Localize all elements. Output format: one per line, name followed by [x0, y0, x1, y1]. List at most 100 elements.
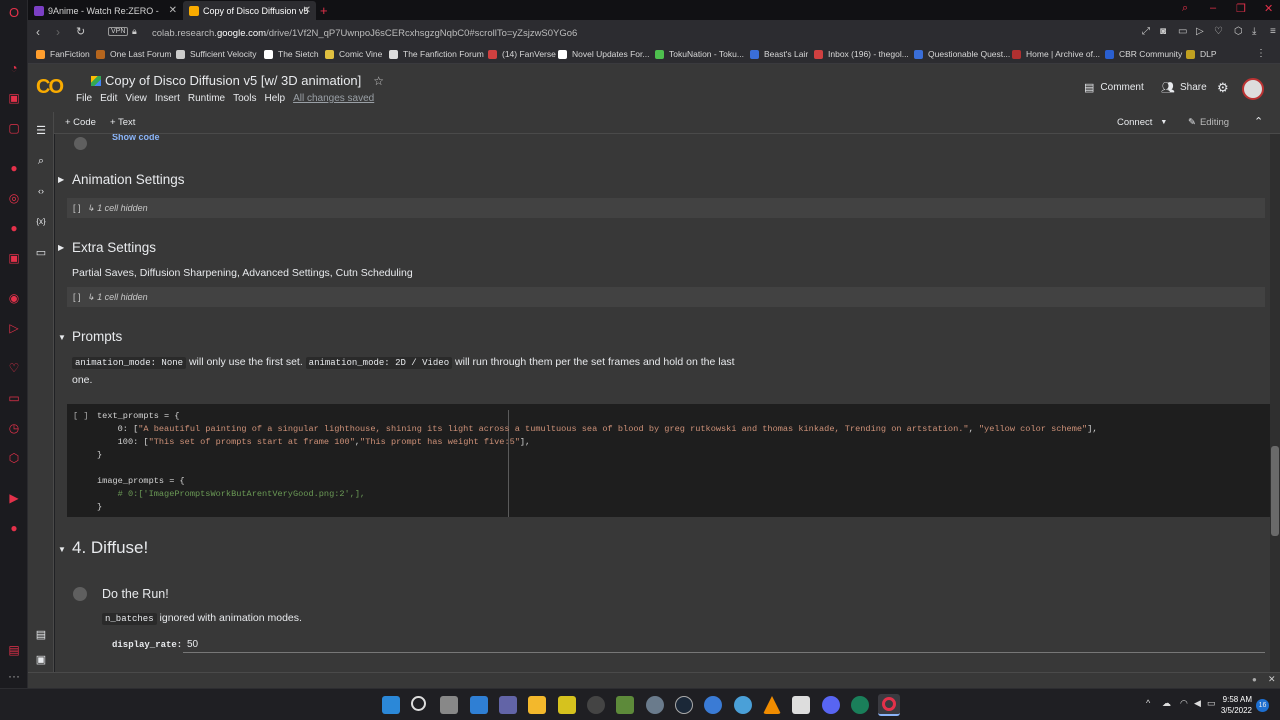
save-status[interactable]: All changes saved [293, 93, 374, 104]
shopping-bag-icon[interactable]: ▣ [6, 90, 22, 106]
start-icon[interactable] [382, 696, 400, 714]
display-rate-input[interactable]: 50 [187, 639, 198, 650]
caret-down-icon[interactable]: ▼ [58, 545, 66, 554]
hidden-cell-row[interactable]: [ ] ↳ 1 cell hidden [67, 287, 1265, 307]
code-cell-prompts[interactable]: [ ] text_prompts = { 0: ["A beautiful pa… [67, 404, 1270, 517]
notebook-title[interactable]: Copy of Disco Diffusion v5 [w/ 3D animat… [91, 73, 384, 88]
twitch-icon[interactable]: ▢ [6, 120, 22, 136]
extension-icon[interactable]: ● [6, 520, 22, 536]
settings-icon[interactable] [646, 696, 664, 714]
menu-tools[interactable]: Tools [233, 93, 256, 104]
menu-insert[interactable]: Insert [155, 93, 180, 104]
bookmark-item[interactable]: Questionable Quest... [914, 49, 1010, 59]
browser-icon[interactable] [734, 696, 752, 714]
bookmark-item[interactable]: Beast's Lair [750, 49, 808, 59]
vpn-badge[interactable]: VPN [108, 27, 129, 36]
send-icon[interactable]: ▷ [6, 320, 22, 336]
caret-right-icon[interactable]: ▶ [58, 243, 64, 252]
clock-icon[interactable]: ◷ [6, 420, 22, 436]
camera-icon[interactable]: ◙ [1160, 26, 1166, 37]
close-icon[interactable]: ✕ [169, 5, 177, 16]
messenger-icon[interactable]: ▣ [6, 250, 22, 266]
close-window-icon[interactable]: ✕ [1264, 2, 1273, 15]
run-cell-icon[interactable] [73, 587, 87, 601]
section-animation-settings[interactable]: Animation Settings [72, 172, 185, 187]
forward-icon[interactable]: › [56, 25, 60, 39]
search-icon[interactable]: ⌕ [1182, 2, 1188, 15]
maximize-icon[interactable]: ❐ [1236, 2, 1246, 15]
table-of-contents-icon[interactable]: ☰ [34, 123, 48, 137]
flow-icon[interactable]: ▷ [1196, 26, 1204, 37]
bookmark-item[interactable]: Novel Updates For... [558, 49, 649, 59]
notification-badge[interactable]: 16 [1256, 699, 1269, 712]
bookmark-item[interactable]: Home | Archive of... [1012, 49, 1100, 59]
reload-icon[interactable]: ↻ [76, 25, 85, 38]
tab-9anime[interactable]: 9Anime - Watch Re:ZERO - ✕ [28, 1, 182, 20]
bookmark-item[interactable]: Comic Vine [325, 49, 382, 59]
heart-icon[interactable]: ♡ [6, 360, 22, 376]
more-icon[interactable]: ··· [6, 668, 22, 684]
steam-icon[interactable] [675, 696, 693, 714]
command-palette-icon[interactable]: ▤ [34, 627, 48, 641]
colab-logo[interactable]: CO [36, 76, 64, 99]
run-cell-icon[interactable] [74, 137, 87, 150]
menu-help[interactable]: Help [264, 93, 285, 104]
collapse-header-icon[interactable]: ⌃ [1254, 115, 1263, 128]
teams-icon[interactable] [499, 696, 517, 714]
discord-icon[interactable] [822, 696, 840, 714]
show-code-link[interactable]: Show code [112, 134, 160, 142]
battery-icon[interactable]: ▭ [1207, 698, 1216, 709]
opera-taskbar-icon[interactable] [878, 694, 900, 716]
settings-gear-icon[interactable]: ⚙ [1217, 80, 1229, 96]
bookmark-item[interactable]: TokuNation - Toku... [655, 49, 744, 59]
bookmark-item[interactable]: One Last Forum [96, 49, 171, 59]
close-icon[interactable]: ✕ [303, 5, 311, 16]
variables-icon[interactable]: {x} [34, 214, 48, 228]
bookmark-item[interactable]: CBR Community [1105, 49, 1182, 59]
add-text-button[interactable]: + Text [110, 117, 135, 128]
files-icon[interactable]: ▭ [34, 245, 48, 259]
section-prompts[interactable]: Prompts [72, 329, 122, 344]
url-field[interactable]: colab.research.google.com/drive/1Vf2N_qP… [152, 28, 577, 39]
history-icon[interactable]: ◉ [6, 290, 22, 306]
search-icon[interactable] [411, 696, 426, 711]
widgets-icon[interactable] [470, 696, 488, 714]
lock-icon[interactable]: 🔒︎ [132, 26, 137, 37]
snapshot-icon[interactable]: ⤢ [1142, 26, 1150, 37]
minecraft-icon[interactable] [616, 696, 634, 714]
notepad-icon[interactable] [792, 696, 810, 714]
menu-edit[interactable]: Edit [100, 93, 117, 104]
qbittorrent-icon[interactable] [704, 696, 722, 714]
add-code-button[interactable]: + Code [65, 117, 96, 128]
bookmark-item[interactable]: The Sietch [264, 49, 319, 59]
bookmark-item[interactable]: DLP [1186, 49, 1217, 59]
menu-runtime[interactable]: Runtime [188, 93, 225, 104]
editing-mode-button[interactable]: ✎ Editing [1188, 117, 1229, 128]
minimize-icon[interactable]: – [1210, 2, 1216, 14]
heart-icon[interactable]: ♡ [1214, 26, 1223, 37]
upwork-icon[interactable] [851, 696, 869, 714]
player-icon[interactable]: ▶ [6, 490, 22, 506]
section-extra-settings[interactable]: Extra Settings [72, 240, 156, 255]
menu-icon[interactable]: ≡ [1270, 26, 1276, 37]
instagram-icon[interactable]: ◎ [6, 190, 22, 206]
code-snippets-icon[interactable]: ‹› [34, 184, 48, 198]
volume-icon[interactable]: ◀ [1194, 698, 1201, 709]
avatar[interactable] [1242, 78, 1264, 100]
chevron-up-icon[interactable]: ^ [1146, 698, 1150, 708]
comment-button[interactable]: ▤ Comment [1084, 81, 1144, 94]
caret-right-icon[interactable]: ▶ [58, 175, 64, 184]
norton-icon[interactable] [558, 696, 576, 714]
whatsapp-icon[interactable]: ● [6, 160, 22, 176]
app-icon[interactable] [587, 696, 605, 714]
close-panel-icon[interactable]: ✕ [1268, 674, 1276, 685]
bookmark-item[interactable]: (14) FanVerse [488, 49, 556, 59]
bookmark-item[interactable]: FanFiction [36, 49, 90, 59]
share-button[interactable]: 👥︎ Share [1161, 81, 1207, 94]
vk-icon[interactable]: ● [6, 220, 22, 236]
speed-dial-icon[interactable]: ◔ [6, 60, 22, 76]
search-icon[interactable]: ⌕ [34, 154, 48, 168]
cube-icon[interactable]: ⬡ [6, 450, 22, 466]
menu-file[interactable]: File [76, 93, 92, 104]
back-icon[interactable]: ‹ [36, 25, 40, 39]
